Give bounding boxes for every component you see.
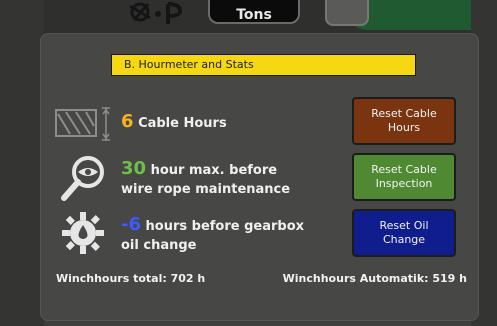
gearbox-line2: oil change: [121, 238, 197, 253]
reset-cable-inspection-button[interactable]: Reset Cable Inspection: [352, 153, 456, 201]
cable-drum-icon: [55, 107, 110, 141]
gear-oil-icon: [62, 212, 104, 254]
magnifier-eye-icon: [61, 156, 104, 201]
wire-rope-row: 30 hour max. before wire rope maintenanc…: [121, 159, 290, 199]
wire-rope-line2: wire rope maintenance: [121, 182, 291, 197]
cable-hours-row: 6 Cable Hours: [121, 112, 227, 133]
wire-rope-value: 30: [121, 158, 147, 179]
winchhours-automatik: Winchhours Automatik: 519 h: [282, 272, 467, 285]
top-display: Tons: [208, 0, 300, 24]
reset-oil-change-button[interactable]: Reset Oil Change: [352, 209, 456, 257]
cable-hours-label: Cable Hours: [138, 116, 227, 131]
top-knob[interactable]: [325, 0, 369, 26]
winchhours-total: Winchhours total: 702 h: [56, 272, 206, 285]
gearbox-line1: hours before gearbox: [145, 219, 305, 234]
wire-rope-line1: hour max. before: [150, 163, 278, 178]
logo-icon: [129, 2, 183, 24]
gearbox-row: -6 hours before gearbox oil change: [121, 215, 304, 255]
reset-cable-hours-button[interactable]: Reset Cable Hours: [352, 97, 456, 145]
gearbox-value: -6: [121, 214, 141, 235]
frame-left: [0, 0, 44, 326]
cable-hours-value: 6: [121, 111, 134, 132]
section-title: B. Hourmeter and Stats: [111, 54, 416, 76]
